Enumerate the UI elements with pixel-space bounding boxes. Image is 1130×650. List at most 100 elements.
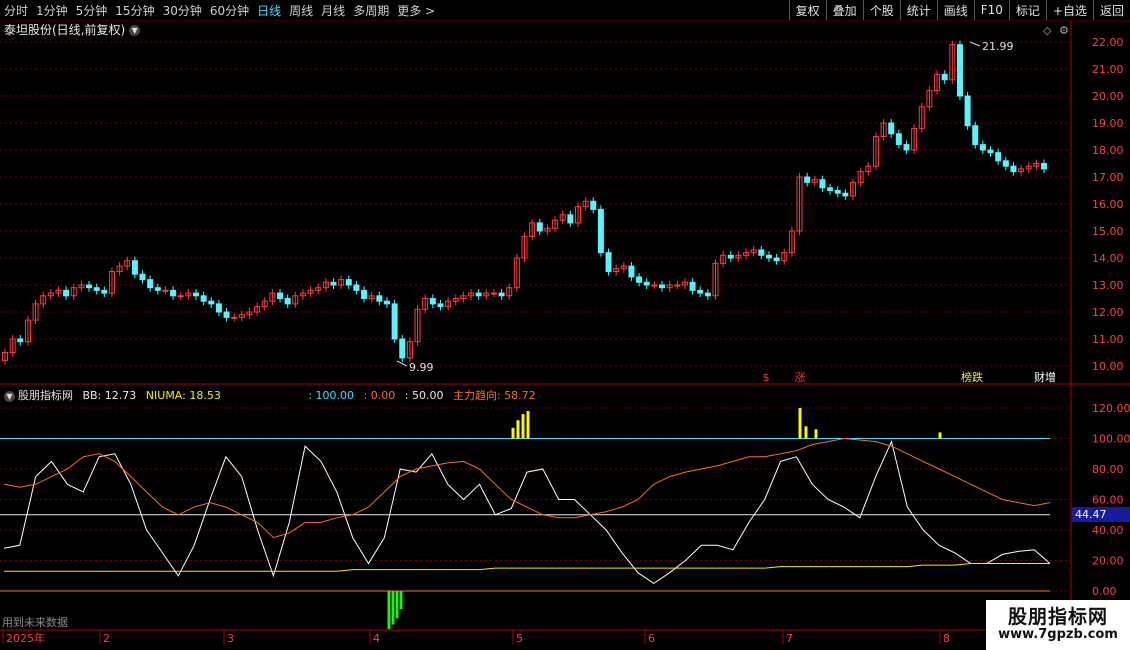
price-axis: 22.00 21.00 20.00 19.00 18.00 17.00 16.00 15.00… (1092, 36, 1124, 373)
candle-body (399, 338, 406, 359)
candle-body (170, 289, 177, 297)
candle-body (78, 284, 85, 289)
price-tick-label: 13.00 (1092, 279, 1124, 292)
candle-body (666, 284, 673, 289)
candle-body (979, 144, 986, 151)
candle-body (9, 338, 16, 353)
toolbar-action-2[interactable]: 个股 (862, 0, 900, 20)
candle-body (720, 254, 727, 264)
candle-body (63, 289, 70, 297)
candle-body (269, 292, 276, 302)
candle-body (238, 314, 245, 318)
candle-body (17, 338, 24, 343)
toolbar-action-0[interactable]: 复权 (788, 0, 826, 20)
candle-body (338, 279, 345, 286)
price-tick-label: 14.00 (1092, 252, 1124, 265)
candle-body (177, 295, 184, 298)
candle-body (697, 289, 704, 294)
chevron-down-icon[interactable]: ▼ (129, 25, 141, 36)
candle-body (926, 90, 933, 108)
candle-body (934, 73, 941, 92)
candle-body (55, 289, 62, 294)
period-tab-7[interactable]: 周线 (285, 2, 317, 19)
period-tab-3[interactable]: 15分钟 (111, 2, 158, 19)
candle-body (315, 287, 322, 291)
period-tab-1[interactable]: 1分钟 (32, 2, 72, 19)
candle-body (842, 192, 849, 197)
toolbar-action-4[interactable]: 画线 (936, 0, 974, 20)
settings-icon[interactable]: ⚙ (1059, 24, 1069, 37)
line-0-value: : 0.00 (363, 389, 396, 402)
period-tab-4[interactable]: 30分钟 (159, 2, 206, 19)
period-tab-2[interactable]: 5分钟 (72, 2, 112, 19)
diamond-icon[interactable]: ◇ (1043, 24, 1052, 37)
candle-body (681, 281, 688, 286)
candle-body (636, 276, 643, 283)
stock-title: 泰坦股份(日线,前复权) (4, 23, 126, 37)
period-tab-8[interactable]: 月线 (317, 2, 349, 19)
candle-body (376, 295, 383, 302)
candle-body (368, 295, 375, 299)
candle-body (70, 287, 77, 297)
candle-body (330, 281, 337, 286)
toolbar-action-8[interactable]: 返回 (1092, 0, 1130, 20)
line-50-value: : 50.00 (404, 389, 444, 402)
period-tab-5[interactable]: 60分钟 (206, 2, 253, 19)
candle-body (192, 292, 199, 297)
candle-body (659, 284, 666, 289)
toolbar-action-6[interactable]: 标记 (1008, 0, 1046, 20)
chart-canvas: 22.0021.0020.0019.0018.0017.0016.0015.00… (0, 21, 1130, 645)
candle-body (727, 254, 734, 259)
series-niuma (4, 563, 1050, 572)
candle-body (781, 252, 788, 262)
candle-body (651, 284, 658, 287)
date-tick-label: 7 (786, 632, 793, 645)
candle-body (116, 265, 123, 273)
price-tick-label: 18.00 (1092, 144, 1124, 157)
date-tick-label: 2025年 (6, 631, 45, 645)
candle-body (284, 298, 291, 305)
candle-body (1010, 165, 1017, 173)
candle-body (941, 73, 948, 81)
candle-body (345, 279, 352, 286)
candle-body (185, 292, 192, 297)
toolbar-actions: 复权 叠加 个股 统计 画线 F10 标记 +自选 返回 (788, 0, 1130, 20)
candle-body (544, 227, 551, 232)
candle-body (162, 289, 169, 292)
candle-body (880, 122, 887, 137)
candle-body (850, 181, 857, 197)
candle-body (834, 190, 841, 194)
candle-body (506, 287, 513, 297)
price-tick-label: 11.00 (1092, 333, 1124, 346)
candle-body (468, 292, 475, 297)
toolbar-action-5[interactable]: F10 (973, 0, 1009, 20)
bb-value: BB: 12.73 (82, 389, 137, 402)
indicator-tick-label: 40.00 (1092, 524, 1124, 537)
candle-body (590, 200, 597, 210)
candle-body (956, 44, 963, 97)
candle-body (154, 287, 161, 291)
toolbar-action-7[interactable]: +自选 (1045, 0, 1093, 20)
period-tab-9[interactable]: 多周期 (349, 2, 393, 19)
indicator-menu-icon[interactable]: ▼ (4, 390, 15, 402)
candle-body (582, 200, 589, 208)
candle-body (987, 149, 994, 154)
high-annotation: 21.99 (969, 40, 1014, 53)
period-tab-6[interactable]: 日线 (253, 2, 285, 19)
price-tick-label: 10.00 (1092, 360, 1124, 373)
toolbar-action-3[interactable]: 统计 (899, 0, 937, 20)
candle-body (414, 308, 421, 343)
candle-body (811, 179, 818, 183)
period-tab-10[interactable]: 更多 > (393, 2, 439, 19)
candle-body (895, 133, 902, 146)
indicator-tick-label: 120.00 (1092, 402, 1130, 415)
candle-body (200, 295, 207, 302)
period-tab-0[interactable]: 分时 (0, 2, 32, 19)
candle-body (131, 260, 138, 275)
price-tick-label: 22.00 (1092, 36, 1124, 49)
toolbar-action-1[interactable]: 叠加 (825, 0, 863, 20)
candle-body (40, 295, 47, 305)
date-tick-label: 5 (516, 632, 523, 645)
candle-body (246, 311, 253, 316)
event-marker: 涨 (795, 371, 806, 384)
